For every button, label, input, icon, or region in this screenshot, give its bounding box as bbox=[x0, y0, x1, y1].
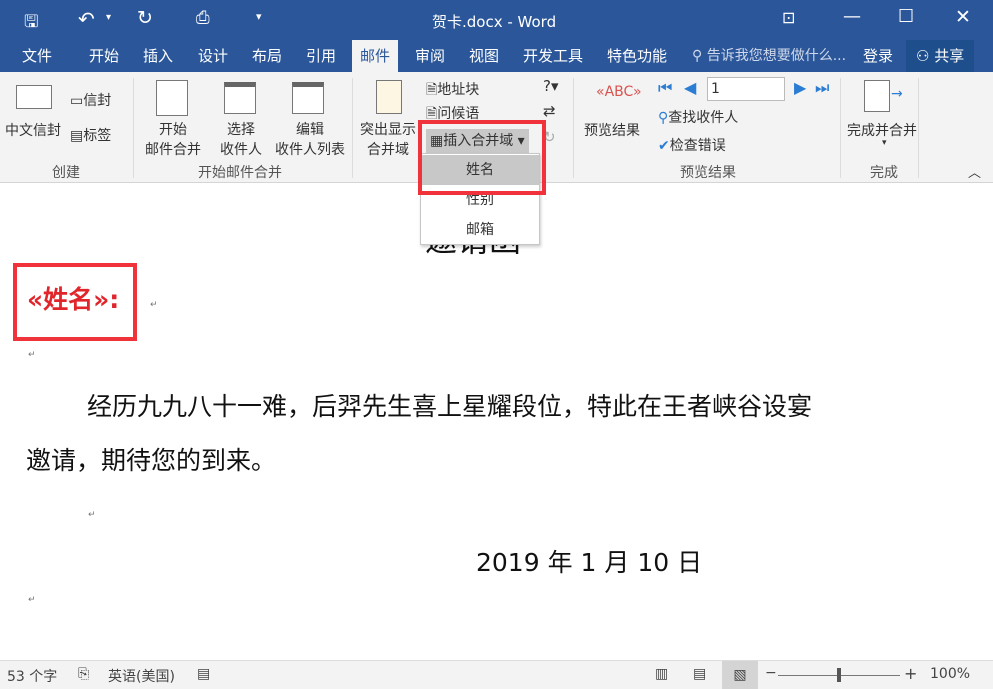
zoom-slider-thumb[interactable] bbox=[837, 668, 841, 682]
dropdown-item-email[interactable]: 邮箱 bbox=[421, 215, 539, 245]
rules-icon[interactable]: ?▾ bbox=[543, 77, 559, 95]
start-mail-merge-button[interactable]: 开始邮件合并 bbox=[138, 119, 208, 159]
person-icon: ⚇ bbox=[916, 47, 934, 65]
undo-dropdown-icon[interactable]: ▾ bbox=[106, 12, 111, 23]
language-indicator[interactable]: 英语(美国) bbox=[108, 666, 175, 686]
preview-results-button[interactable]: 预览结果 bbox=[584, 120, 640, 140]
proofing-icon[interactable]: ⎘ bbox=[78, 666, 89, 682]
customize-toolbar-icon[interactable]: ▾ bbox=[256, 10, 262, 23]
separator bbox=[133, 78, 134, 178]
group-start-label: 开始邮件合并 bbox=[198, 162, 282, 182]
chevron-down-icon[interactable]: ▾ bbox=[882, 138, 887, 148]
collapse-ribbon-icon[interactable]: ︿ bbox=[968, 162, 981, 181]
separator bbox=[918, 78, 919, 178]
minimize-icon[interactable]: — bbox=[843, 6, 861, 27]
login-link[interactable]: 登录 bbox=[863, 40, 893, 72]
tab-references[interactable]: 引用 bbox=[306, 40, 336, 72]
ribbon-tabs: 文件 开始 插入 设计 布局 引用 邮件 审阅 视图 开发工具 特色功能 ⚲ 告… bbox=[0, 40, 993, 72]
tab-features[interactable]: 特色功能 bbox=[607, 40, 667, 72]
date-text: 2019 年 1 月 10 日 bbox=[476, 543, 702, 579]
group-preview-label: 预览结果 bbox=[680, 162, 736, 182]
save-icon[interactable]: 🖫 bbox=[24, 9, 38, 38]
zoom-level[interactable]: 100% bbox=[930, 666, 970, 682]
labels-icon: ▤ bbox=[70, 128, 83, 144]
labels-button[interactable]: ▤标签 bbox=[70, 125, 111, 145]
finish-merge-button[interactable]: 完成并合并 bbox=[847, 120, 917, 140]
undo-icon[interactable]: ↶ bbox=[78, 7, 95, 31]
highlight-merge-fields-button[interactable]: 突出显示合并域 bbox=[356, 119, 420, 159]
match-fields-icon[interactable]: ⇄ bbox=[543, 102, 556, 120]
zoom-out-button[interactable]: − bbox=[765, 665, 777, 681]
read-mode-icon[interactable]: ▥ bbox=[655, 666, 668, 682]
tab-insert[interactable]: 插入 bbox=[143, 40, 173, 72]
record-number-input[interactable]: 1 bbox=[707, 77, 785, 101]
chinese-envelope-button[interactable]: 中文信封 bbox=[5, 120, 61, 140]
last-record-icon[interactable]: ⏭ bbox=[815, 78, 829, 98]
separator bbox=[840, 78, 841, 178]
zoom-in-button[interactable]: + bbox=[904, 664, 917, 683]
check-errors-button[interactable]: ✔检查错误 bbox=[658, 135, 726, 155]
document-area[interactable]: 邀请函 «姓名»: ↵ ↵ 经历九九八十一难，后羿先生喜上星耀段位，特此在王者峡… bbox=[0, 183, 993, 660]
envelope-button[interactable]: ▭信封 bbox=[70, 90, 111, 110]
highlight-box bbox=[418, 120, 546, 195]
separator bbox=[352, 78, 353, 178]
name-merge-field[interactable]: «姓名»: bbox=[27, 280, 119, 316]
macro-icon[interactable]: ▤ bbox=[197, 666, 210, 682]
envelope-icon: ▭ bbox=[70, 93, 83, 109]
tab-design[interactable]: 设计 bbox=[198, 40, 228, 72]
status-bar: 53 个字 ⎘ 英语(美国) ▤ ▥ ▤ ▧ − + 100% bbox=[0, 660, 993, 689]
tab-file[interactable]: 文件 bbox=[22, 40, 52, 72]
body-line-1: 经历九九八十一难，后羿先生喜上星耀段位，特此在王者峡谷设宴 bbox=[87, 387, 812, 423]
tab-view[interactable]: 视图 bbox=[469, 40, 499, 72]
maximize-icon[interactable]: ☐ bbox=[898, 6, 914, 27]
print-preview-icon[interactable]: ⎙ bbox=[196, 8, 210, 28]
paragraph-mark: ↵ bbox=[88, 510, 96, 520]
start-merge-icon bbox=[156, 80, 188, 116]
edit-recipients-icon bbox=[292, 82, 324, 114]
title-bar: 🖫 ↶ ▾ ↻ ⎙ ▾ 贺卡.docx - Word ⊡ — ☐ ✕ bbox=[0, 0, 993, 40]
group-finish-label: 完成 bbox=[870, 162, 898, 182]
next-record-icon[interactable]: ▶ bbox=[794, 78, 806, 97]
tell-me-box[interactable]: ⚲ 告诉我您想要做什么... bbox=[692, 40, 846, 72]
check-icon: ✔ bbox=[658, 138, 670, 154]
first-record-icon[interactable]: ⏮ bbox=[658, 78, 672, 98]
select-recipients-icon bbox=[224, 82, 256, 114]
ribbon-display-icon[interactable]: ⊡ bbox=[782, 8, 795, 27]
finish-merge-icon bbox=[864, 80, 890, 112]
tab-layout[interactable]: 布局 bbox=[252, 40, 282, 72]
chinese-envelope-icon bbox=[16, 85, 52, 109]
search-icon: ⚲ bbox=[658, 110, 668, 126]
preview-abc-icon: «ABC» bbox=[596, 84, 642, 100]
lightbulb-icon: ⚲ bbox=[692, 48, 707, 64]
document-icon: 🗎 bbox=[426, 82, 437, 98]
paragraph-mark: ↵ bbox=[28, 595, 36, 605]
tab-mailings[interactable]: 邮件 bbox=[352, 40, 398, 72]
tab-developer[interactable]: 开发工具 bbox=[523, 40, 583, 72]
redo-icon[interactable]: ↻ bbox=[137, 7, 153, 29]
body-line-2: 邀请，期待您的到来。 bbox=[26, 441, 276, 477]
arrow-right-icon: → bbox=[891, 86, 903, 102]
print-layout-icon[interactable]: ▤ bbox=[693, 666, 706, 682]
separator bbox=[573, 78, 574, 178]
select-recipients-button[interactable]: 选择收件人 bbox=[206, 119, 276, 159]
address-block-button[interactable]: 🗎地址块 bbox=[426, 79, 479, 103]
previous-record-icon[interactable]: ◀ bbox=[684, 78, 696, 97]
group-create-label: 创建 bbox=[52, 162, 80, 182]
share-button[interactable]: ⚇ 共享 bbox=[906, 40, 974, 72]
paragraph-mark: ↵ bbox=[28, 350, 36, 360]
find-recipient-button[interactable]: ⚲查找收件人 bbox=[658, 107, 738, 127]
window-title: 贺卡.docx - Word bbox=[432, 11, 556, 32]
tab-review[interactable]: 审阅 bbox=[415, 40, 445, 72]
tab-home[interactable]: 开始 bbox=[89, 40, 119, 72]
word-count[interactable]: 53 个字 bbox=[7, 666, 57, 686]
close-icon[interactable]: ✕ bbox=[955, 6, 971, 28]
web-layout-icon[interactable]: ▧ bbox=[722, 661, 758, 689]
highlight-fields-icon bbox=[376, 80, 402, 114]
paragraph-mark: ↵ bbox=[150, 300, 158, 310]
edit-recipient-list-button[interactable]: 编辑收件人列表 bbox=[270, 119, 350, 159]
